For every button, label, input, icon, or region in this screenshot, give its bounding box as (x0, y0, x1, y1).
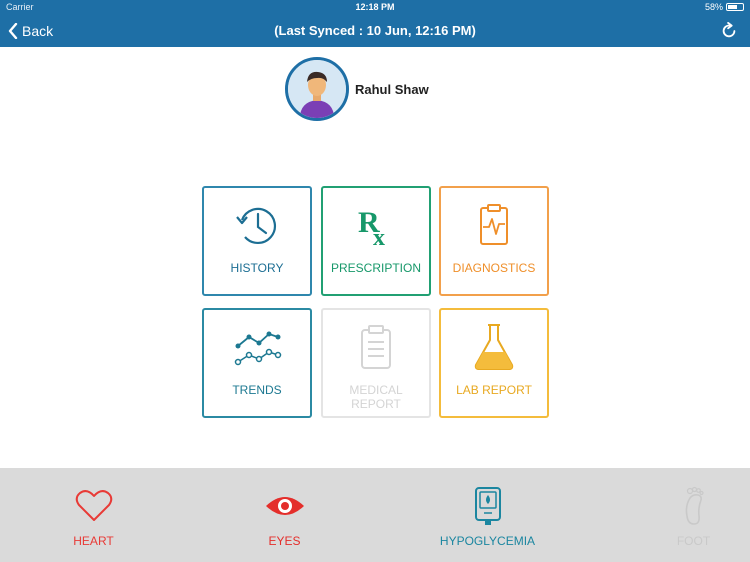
tile-trends[interactable]: TRENDS (202, 308, 312, 418)
tab-label: FOOT (676, 534, 711, 548)
tile-prescription[interactable]: R x PRESCRIPTION (321, 186, 431, 296)
patient-profile: Rahul Shaw (285, 57, 429, 121)
rx-icon: R x (351, 200, 401, 250)
avatar (285, 57, 349, 121)
tab-label: HEART (73, 534, 114, 548)
status-time: 12:18 PM (355, 2, 395, 12)
tab-foot[interactable]: FOOT (600, 468, 750, 562)
clipboard-list-icon (351, 322, 401, 372)
foot-icon (674, 486, 714, 526)
history-clock-icon (232, 200, 282, 250)
tab-heart[interactable]: HEART (0, 468, 187, 562)
tile-label: HISTORY (230, 261, 284, 275)
patient-name: Rahul Shaw (355, 81, 429, 97)
tab-hypoglycemia[interactable]: HYPOGLYCEMIA (394, 468, 581, 562)
eye-icon (265, 486, 305, 526)
flask-icon (469, 322, 519, 372)
refresh-icon[interactable] (720, 22, 738, 40)
heart-icon (74, 486, 114, 526)
tile-diagnostics[interactable]: DIAGNOSTICS (439, 186, 549, 296)
tile-medical-report[interactable]: MEDICAL REPORT (321, 308, 431, 418)
battery-percent: 58% (704, 2, 723, 12)
page-title: (Last Synced : 10 Jun, 12:16 PM) (274, 23, 476, 38)
tile-label: TRENDS (232, 383, 282, 397)
tab-label: EYES (268, 534, 301, 548)
tab-label: HYPOGLYCEMIA (439, 534, 536, 548)
top-bar: Carrier 12:18 PM 58% Back (Last Synced :… (0, 0, 750, 47)
trend-line-icon (232, 322, 282, 372)
bottom-tab-bar: HEART EYES HYPOGLYCEMIA FOOT (0, 468, 750, 562)
clipboard-pulse-icon (469, 200, 519, 250)
battery-indicator: 58% (705, 2, 744, 12)
user-avatar-icon (288, 60, 346, 118)
glucose-meter-icon (468, 486, 508, 526)
svg-text:x: x (373, 225, 385, 250)
status-bar: Carrier 12:18 PM 58% (0, 0, 750, 15)
tile-lab-report[interactable]: LAB REPORT (439, 308, 549, 418)
tile-label: LAB REPORT (456, 383, 532, 397)
battery-icon (726, 3, 744, 11)
tile-label: PRESCRIPTION (330, 261, 421, 275)
tab-eyes[interactable]: EYES (191, 468, 378, 562)
tile-history[interactable]: HISTORY (202, 186, 312, 296)
navigation-bar: Back (Last Synced : 10 Jun, 12:16 PM) (0, 16, 750, 47)
tile-label: DIAGNOSTICS (452, 261, 536, 275)
tile-label: MEDICAL REPORT (349, 383, 403, 411)
